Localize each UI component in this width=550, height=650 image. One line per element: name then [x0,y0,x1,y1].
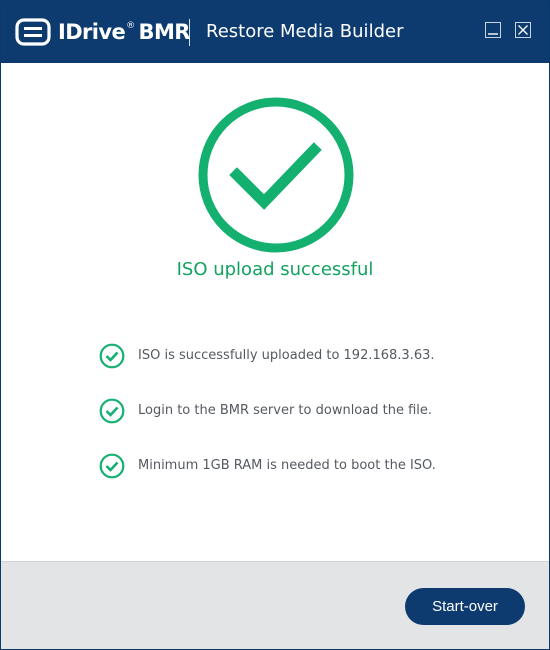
info-text: Minimum 1GB RAM is needed to boot the IS… [138,458,436,473]
idrive-bmr-logo: IDrive® BMR [15,17,190,47]
info-list: ISO is successfully uploaded to 192.168.… [99,343,519,508]
check-circle-icon [198,97,354,253]
info-text: ISO is successfully uploaded to 192.168.… [138,348,435,363]
list-item: Login to the BMR server to download the … [99,398,519,453]
check-circle-icon [99,398,125,424]
brand-suffix: BMR [138,20,191,44]
footer-bar: Start-over [1,561,549,649]
registered-mark: ® [126,21,135,31]
brand-name: IDrive [58,20,126,44]
info-text: Login to the BMR server to download the … [138,403,433,418]
status-heading: ISO upload successful [176,259,374,280]
list-item: ISO is successfully uploaded to 192.168.… [99,343,519,398]
close-button[interactable] [515,22,531,38]
main-content: ISO upload successful ISO is successfull… [1,63,549,561]
minimize-button[interactable] [485,22,501,38]
brand-logotype: IDrive® BMR [58,20,190,44]
check-circle-icon [99,453,125,479]
start-over-button[interactable]: Start-over [405,588,525,625]
close-icon [515,22,531,38]
window-title: Restore Media Builder [206,21,404,42]
title-separator [189,19,190,46]
minimize-icon [485,22,501,38]
list-item: Minimum 1GB RAM is needed to boot the IS… [99,453,519,508]
restore-media-builder-window: IDrive® BMR Restore Media Builder ISO upl… [0,0,550,650]
check-circle-icon [99,343,125,369]
idrive-logo-icon [15,18,51,46]
title-bar: IDrive® BMR Restore Media Builder [1,1,549,63]
